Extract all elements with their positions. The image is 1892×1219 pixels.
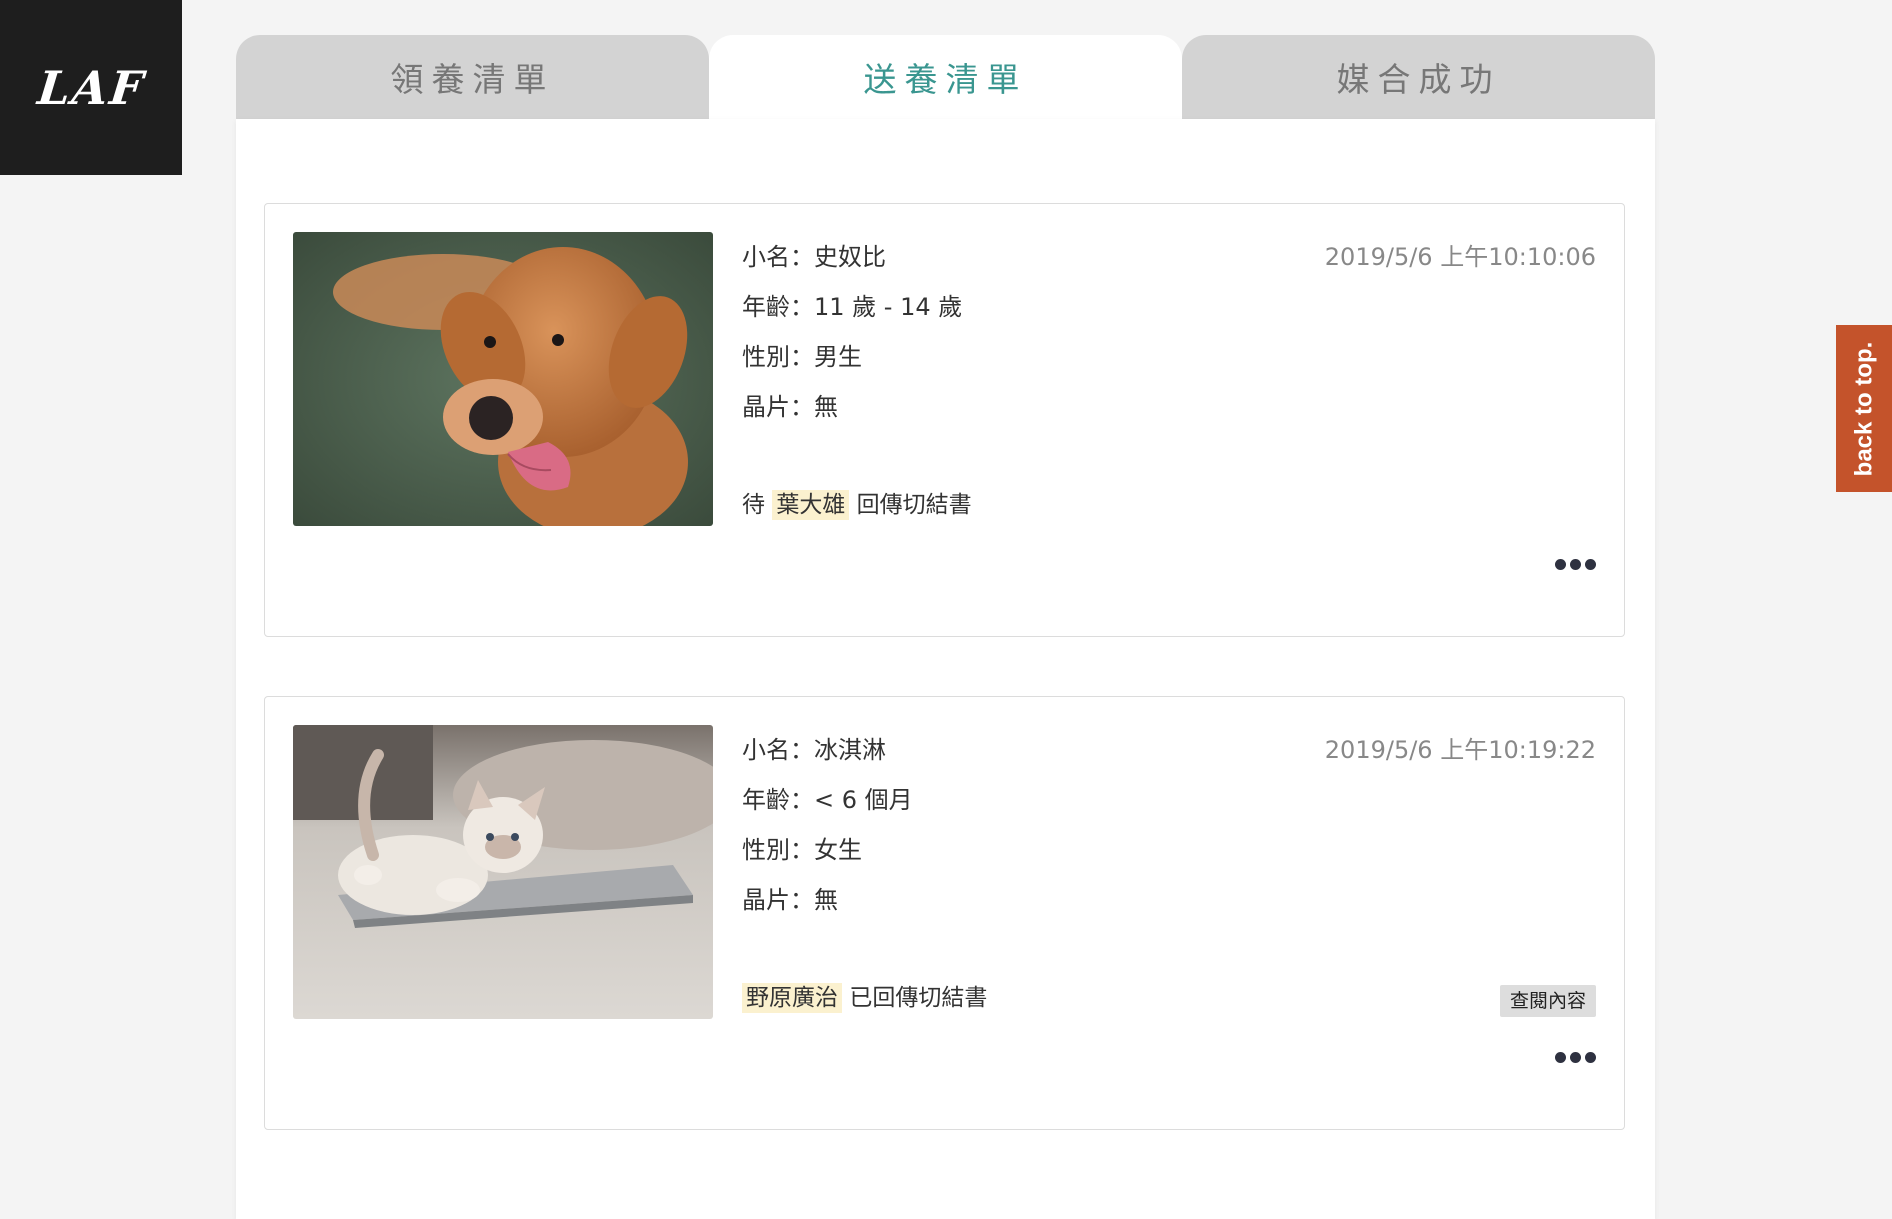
view-content-button[interactable]: 查閱內容 — [1499, 985, 1596, 1017]
status-prefix: 待 — [742, 492, 765, 518]
agreement-status: 待 葉大雄 回傳切結書 — [742, 489, 972, 521]
pet-photo — [293, 725, 713, 1019]
pet-chip: 晶片：無 — [742, 393, 838, 421]
pet-card: 小名：冰淇淋 年齡：< 6 個月 性別：女生 晶片：無 2019/5/6 上午1… — [264, 696, 1625, 1130]
more-dots-icon[interactable] — [1555, 559, 1596, 570]
status-suffix: 已回傳切結書 — [849, 985, 988, 1011]
tab-rehome-list[interactable]: 送養清單 — [709, 35, 1182, 119]
post-timestamp: 2019/5/6 上午10:10:06 — [1324, 243, 1596, 271]
adopter-name[interactable]: 葉大雄 — [772, 490, 850, 520]
pet-name: 小名：冰淇淋 — [742, 736, 886, 764]
pet-gender: 性別：男生 — [742, 343, 862, 371]
pet-card: 小名：史奴比 年齡：11 歲 - 14 歲 性別：男生 晶片：無 2019/5/… — [264, 203, 1625, 637]
pet-gender: 性別：女生 — [742, 836, 862, 864]
site-logo[interactable]: LAF — [0, 0, 182, 175]
tab-adopt-list[interactable]: 領養清單 — [236, 35, 709, 119]
more-dots-icon[interactable] — [1555, 1052, 1596, 1063]
pet-info: 小名：史奴比 年齡：11 歲 - 14 歲 性別：男生 晶片：無 — [742, 240, 962, 440]
post-timestamp: 2019/5/6 上午10:19:22 — [1324, 736, 1596, 764]
pet-chip: 晶片：無 — [742, 886, 838, 914]
tab-matched[interactable]: 媒合成功 — [1182, 35, 1655, 119]
pet-info: 小名：冰淇淋 年齡：< 6 個月 性別：女生 晶片：無 — [742, 733, 913, 933]
back-to-top-button[interactable]: back to top. — [1836, 325, 1892, 492]
tab-bar: 領養清單 送養清單 媒合成功 — [236, 35, 1655, 119]
pet-photo — [293, 232, 713, 526]
back-to-top-label: back to top. — [1850, 341, 1878, 476]
adopter-name[interactable]: 野原廣治 — [742, 983, 842, 1013]
agreement-status: 野原廣治 已回傳切結書 — [742, 982, 987, 1014]
status-suffix: 回傳切結書 — [856, 492, 972, 518]
pet-age: 年齡：< 6 個月 — [742, 786, 913, 814]
logo-text: LAF — [34, 60, 148, 115]
pet-age: 年齡：11 歲 - 14 歲 — [742, 293, 963, 321]
listing-panel: 小名：史奴比 年齡：11 歲 - 14 歲 性別：男生 晶片：無 2019/5/… — [236, 119, 1655, 1219]
pet-name: 小名：史奴比 — [742, 243, 886, 271]
